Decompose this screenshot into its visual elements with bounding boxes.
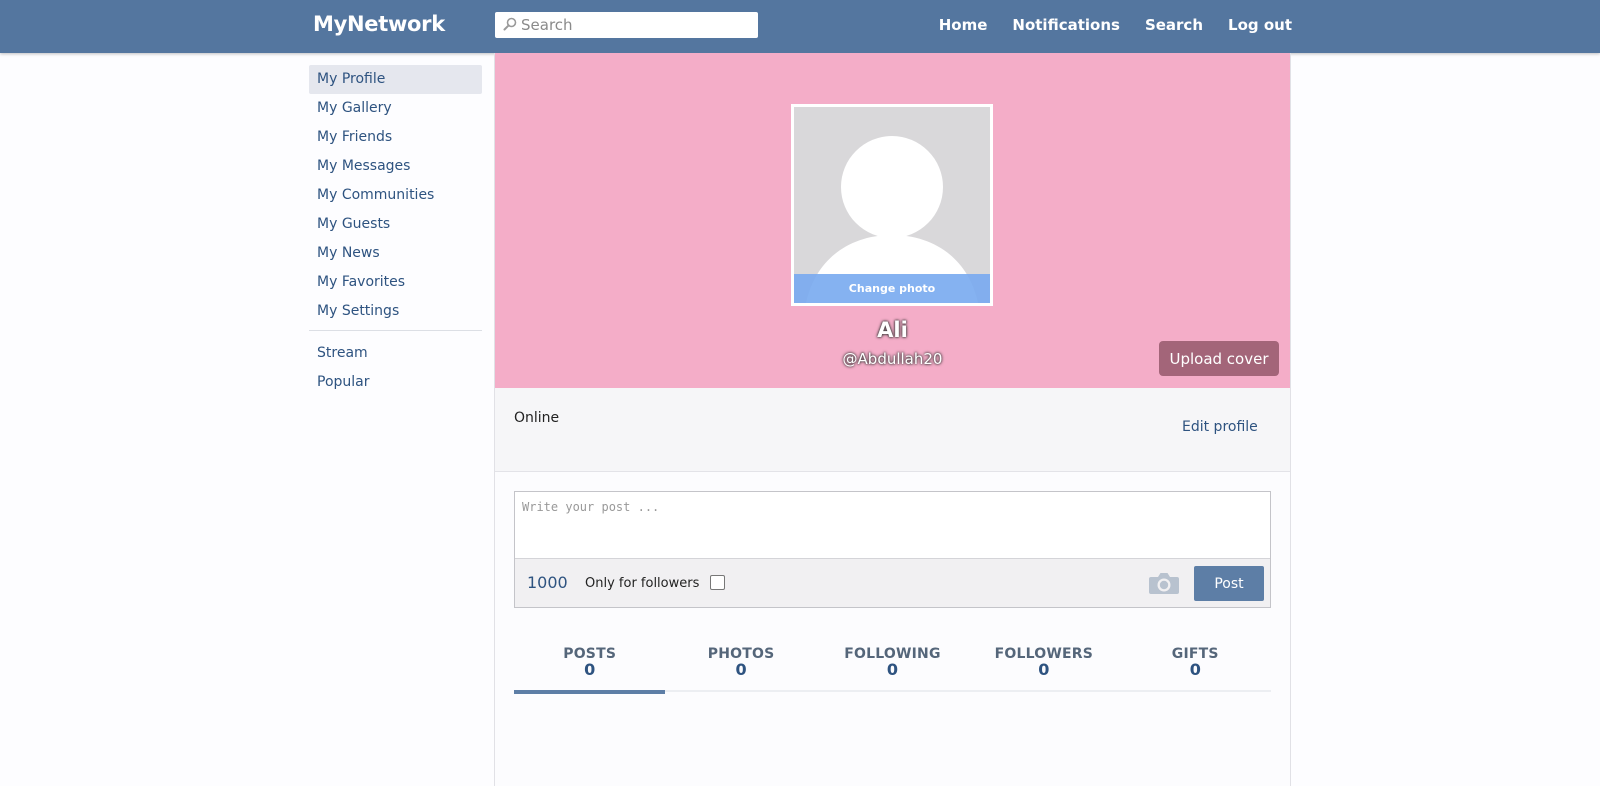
post-textarea[interactable] [515, 492, 1270, 558]
sidebar-divider [309, 330, 482, 331]
tab-gifts[interactable]: GIFTS 0 [1120, 645, 1271, 692]
profile-stats-tabs: POSTS 0 PHOTOS 0 FOLLOWING 0 FOLLOWERS 0… [514, 645, 1271, 694]
sidebar-item-stream[interactable]: Stream [309, 339, 482, 368]
profile-cover: Change photo Ali @Abdullah20 Upload cove… [495, 53, 1290, 388]
post-composer: 1000 Only for followers Post [514, 491, 1271, 608]
tab-count: 0 [735, 660, 747, 679]
followers-only-label: Only for followers [585, 576, 700, 591]
sidebar-item-my-communities[interactable]: My Communities [309, 181, 482, 210]
followers-only-checkbox[interactable] [710, 575, 725, 590]
composer-footer: 1000 Only for followers Post [515, 558, 1270, 607]
sidebar-item-my-messages[interactable]: My Messages [309, 152, 482, 181]
tab-following[interactable]: FOLLOWING 0 [817, 645, 968, 692]
nav-logout[interactable]: Log out [1228, 16, 1292, 34]
tab-followers[interactable]: FOLLOWERS 0 [968, 645, 1119, 692]
tab-photos[interactable]: PHOTOS 0 [665, 645, 816, 692]
sidebar-item-my-friends[interactable]: My Friends [309, 123, 482, 152]
sidebar-item-popular[interactable]: Popular [309, 368, 482, 397]
sidebar-item-my-guests[interactable]: My Guests [309, 210, 482, 239]
camera-icon [1149, 573, 1179, 594]
status-bar: Online Edit profile [495, 388, 1290, 472]
online-status: Online [514, 410, 560, 426]
tab-count: 0 [584, 660, 596, 679]
sidebar: My Profile My Gallery My Friends My Mess… [309, 65, 482, 397]
tab-count: 0 [1038, 660, 1050, 679]
char-counter: 1000 [527, 573, 568, 592]
sidebar-item-my-gallery[interactable]: My Gallery [309, 94, 482, 123]
nav-home[interactable]: Home [939, 16, 988, 34]
change-photo-button[interactable]: Change photo [794, 274, 990, 303]
search-input[interactable] [521, 12, 753, 38]
upload-cover-button[interactable]: Upload cover [1159, 341, 1279, 376]
sidebar-item-my-profile[interactable]: My Profile [309, 65, 482, 94]
sidebar-item-my-settings[interactable]: My Settings [309, 297, 482, 326]
profile-name: Ali [877, 318, 908, 342]
top-bar: MyNetwork Home Notifications Search Log … [0, 0, 1600, 53]
search-icon [503, 17, 517, 31]
tab-posts[interactable]: POSTS 0 [514, 645, 666, 694]
main-content: Change photo Ali @Abdullah20 Upload cove… [494, 53, 1291, 786]
edit-profile-link[interactable]: Edit profile [1182, 419, 1258, 435]
sidebar-item-my-news[interactable]: My News [309, 239, 482, 268]
post-button[interactable]: Post [1194, 566, 1264, 601]
brand-logo[interactable]: MyNetwork [313, 12, 445, 36]
search-box[interactable] [495, 12, 758, 38]
top-nav: Home Notifications Search Log out [939, 16, 1292, 34]
nav-notifications[interactable]: Notifications [1012, 16, 1120, 34]
camera-button[interactable] [1148, 569, 1180, 597]
nav-search[interactable]: Search [1145, 16, 1203, 34]
avatar[interactable]: Change photo [791, 104, 993, 306]
tab-count: 0 [886, 660, 899, 679]
sidebar-item-my-favorites[interactable]: My Favorites [309, 268, 482, 297]
tab-count: 0 [1189, 660, 1201, 679]
